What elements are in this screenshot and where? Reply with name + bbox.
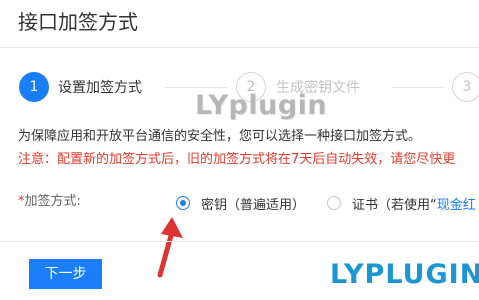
cash-red-packet-link[interactable]: 现金红 — [437, 194, 476, 213]
step-1-label: 设置加签方式 — [58, 80, 142, 96]
signing-method-label: *加签方式: — [18, 193, 81, 211]
red-arrow-icon — [157, 217, 183, 278]
signing-method-dialog: 接口加签方式 1 设置加签方式 2 生成密钥文件 3 LYplugin 为保障应… — [0, 0, 479, 300]
key-signing-option[interactable]: 密钥（普遍适用） — [176, 191, 305, 215]
radio-unselected-icon[interactable] — [327, 196, 341, 210]
step-connector-1 — [165, 87, 227, 88]
step-connector-2 — [392, 87, 444, 88]
dialog-title: 接口加签方式 — [18, 10, 138, 34]
step-1-indicator: 1 — [19, 72, 49, 102]
dialog-header: 接口加签方式 — [0, 0, 479, 48]
certificate-signing-option-label[interactable]: 证书（若使用“ — [352, 194, 437, 213]
lyplugin-watermark-bottom: LYPLUGIN — [330, 259, 479, 290]
key-signing-option-label[interactable]: 密钥（普遍适用） — [201, 194, 305, 213]
footer-divider — [0, 241, 479, 242]
signing-change-notice: 注意：配置新的加签方式后，旧的加签方式将在7天后自动失效，请您尽快更 — [18, 152, 456, 167]
signing-method-field: *加签方式: 密钥（普遍适用） 证书（若使用“ 现金红 — [0, 191, 479, 215]
certificate-signing-option[interactable]: 证书（若使用“ 现金红 — [327, 191, 476, 215]
lyplugin-watermark-top: LYplugin — [195, 90, 328, 121]
security-description: 为保障应用和开放平台通信的安全性，您可以选择一种接口加签方式。 — [18, 129, 422, 144]
signing-method-label-text: 加签方式: — [24, 194, 81, 209]
next-step-button[interactable]: 下一步 — [29, 259, 102, 289]
step-3-indicator: 3 — [452, 72, 479, 102]
